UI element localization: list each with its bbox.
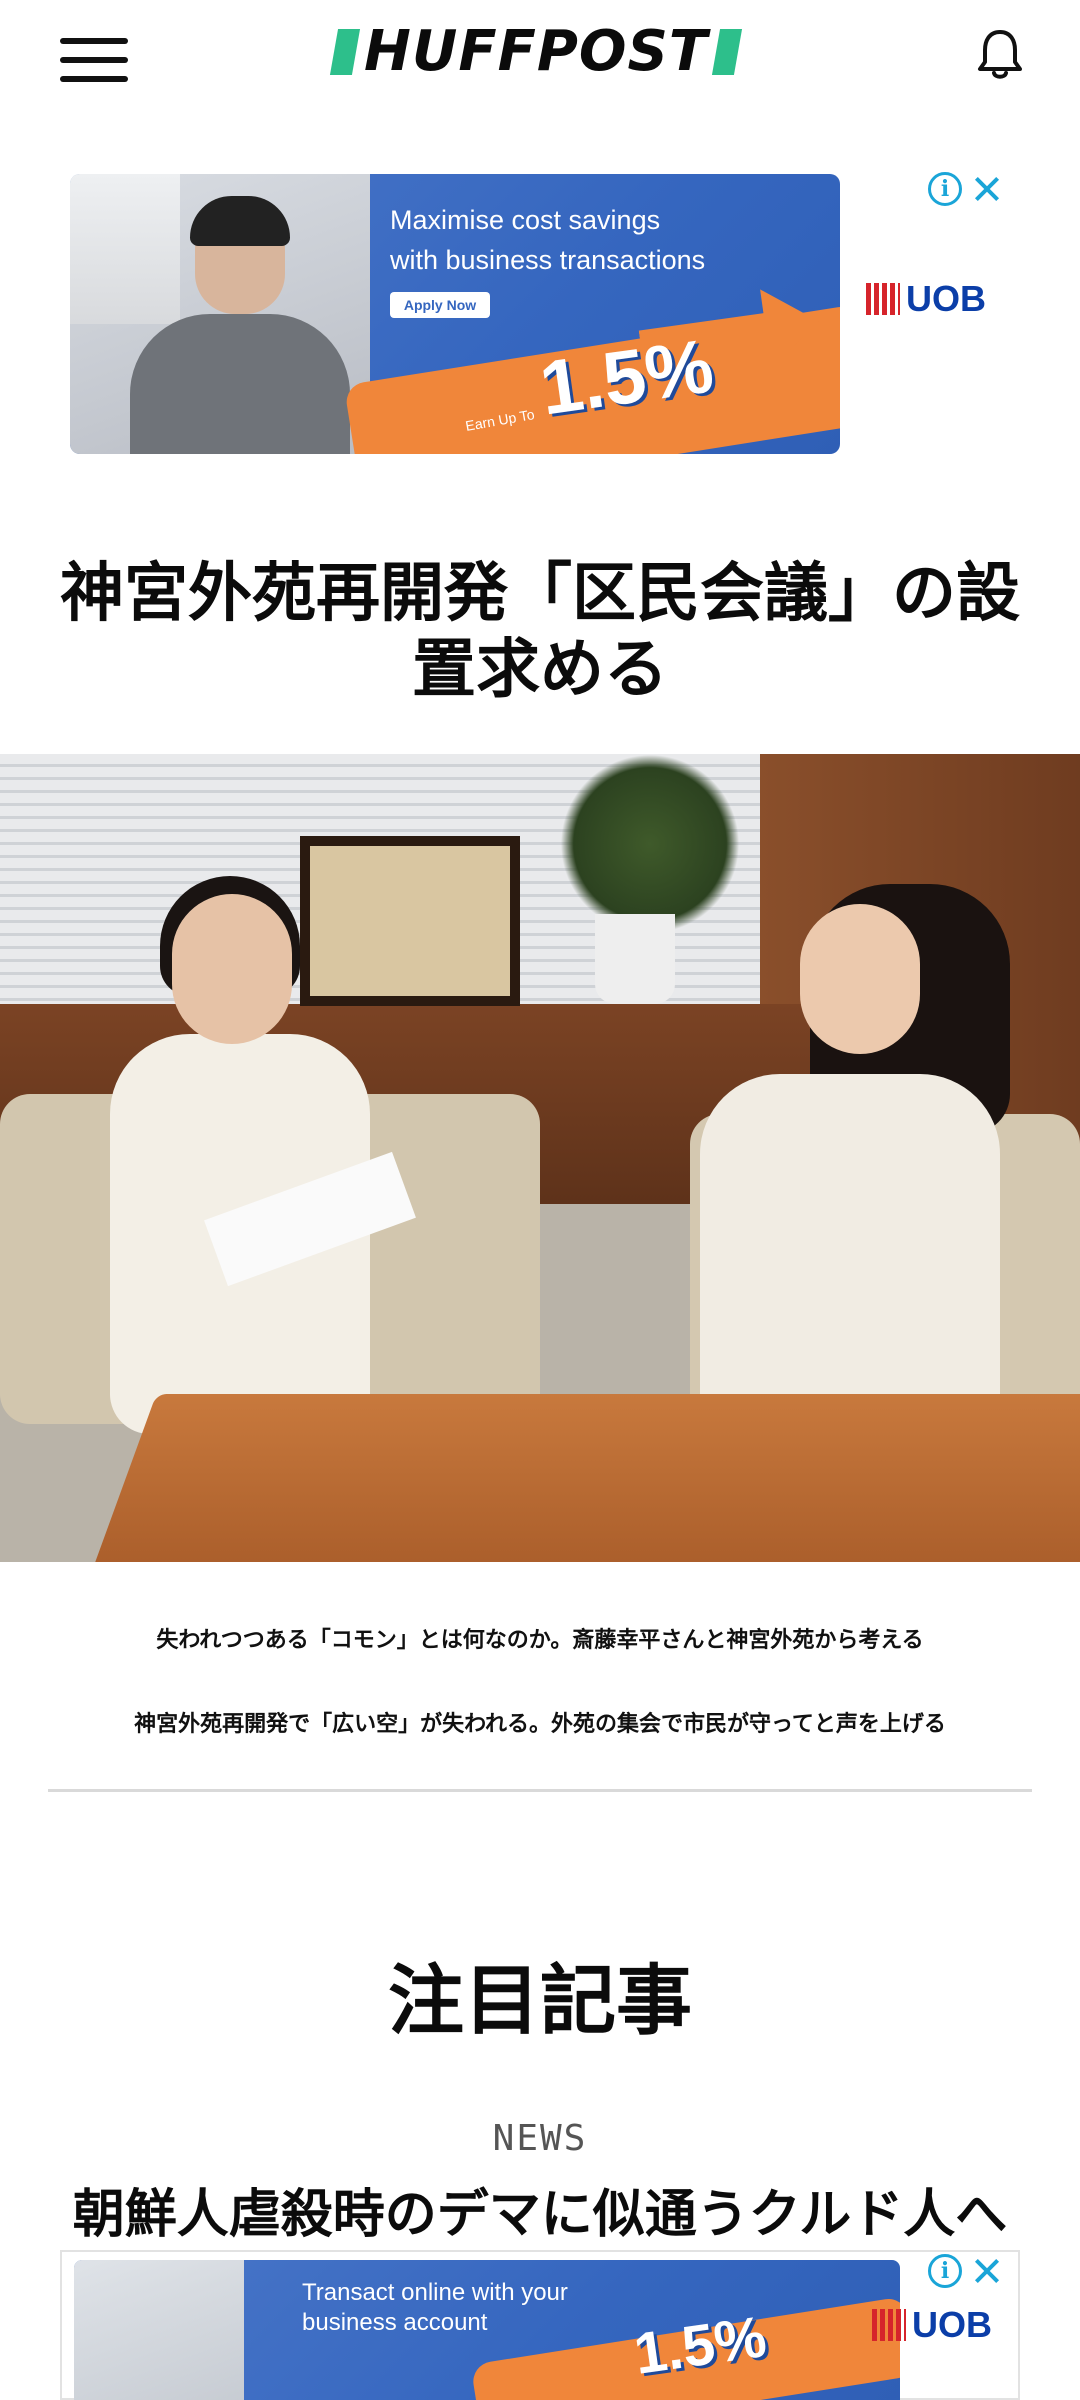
ad-photo (74, 2260, 244, 2400)
ad-banner-image[interactable]: Maximise cost savings with business tran… (70, 174, 840, 454)
info-icon[interactable]: i (928, 172, 962, 206)
plant (560, 754, 740, 934)
related-link-1[interactable]: 失われつつある「コモン」とは何なのか。斎藤幸平さんと神宮外苑から考える (48, 1622, 1032, 1654)
menu-line (60, 76, 128, 82)
ad-headline-line2: business account (302, 2309, 488, 2336)
ad-banner-image[interactable]: Transact online with your business accou… (74, 2260, 900, 2400)
section-divider (48, 1789, 1032, 1792)
huffpost-logo[interactable]: HUFFPOST (329, 19, 746, 84)
bell-icon[interactable] (974, 26, 1026, 82)
person-left-face (172, 894, 292, 1044)
uob-brand-text: UOB (912, 2304, 992, 2345)
ad-headline-line1: Transact online with your (302, 2279, 568, 2306)
close-icon[interactable] (970, 2254, 1004, 2288)
uob-mark-icon (872, 2309, 906, 2341)
coffee-table (83, 1394, 1080, 1562)
uob-mark-icon (866, 283, 900, 315)
plant-pot (595, 914, 675, 1004)
ad-person (130, 314, 350, 454)
featured-section-title: 注目記事 (388, 1956, 692, 2045)
logo-text: HUFFPOST (364, 19, 709, 84)
uob-brand-text: UOB (906, 278, 986, 319)
info-icon[interactable]: i (928, 2254, 962, 2288)
close-icon[interactable] (970, 172, 1004, 206)
uob-logo: UOB (866, 278, 986, 320)
hamburger-menu-icon[interactable] (60, 38, 130, 84)
framed-certificate (300, 836, 520, 1006)
article-headline: 神宮外苑再開発「区民会議」の設置求める (60, 557, 1020, 707)
related-link-2[interactable]: 神宮外苑再開発で「広い空」が失われる。外苑の集会で市民が守ってと声を上げる (48, 1706, 1032, 1738)
logo-bar-right (711, 29, 743, 75)
top-advertisement[interactable]: Maximise cost savings with business tran… (70, 172, 1010, 458)
menu-line (60, 57, 128, 63)
ad-shelf (70, 174, 180, 324)
top-header: HUFFPOST (0, 0, 1080, 120)
menu-line (60, 38, 128, 44)
ad-headline: Maximise cost savings with business tran… (390, 200, 705, 280)
ad-headline: Transact online with your business accou… (302, 2278, 568, 2338)
uob-logo: UOB (872, 2304, 992, 2346)
article-hero-image (0, 754, 1080, 1562)
ad-person-hair (190, 196, 290, 246)
person-right-face (800, 904, 920, 1054)
ad-headline-line2: with business transactions (390, 245, 706, 275)
ad-apply-button[interactable]: Apply Now (390, 292, 490, 318)
ad-headline-line1: Maximise cost savings (390, 205, 661, 235)
article-category[interactable]: NEWS (0, 2118, 1080, 2159)
featured-article-title[interactable]: 朝鮮人虐殺時のデマに似通うクルド人へ (40, 2180, 1040, 2250)
bottom-advertisement[interactable]: Transact online with your business accou… (60, 2250, 1020, 2400)
ad-photo (70, 174, 370, 454)
